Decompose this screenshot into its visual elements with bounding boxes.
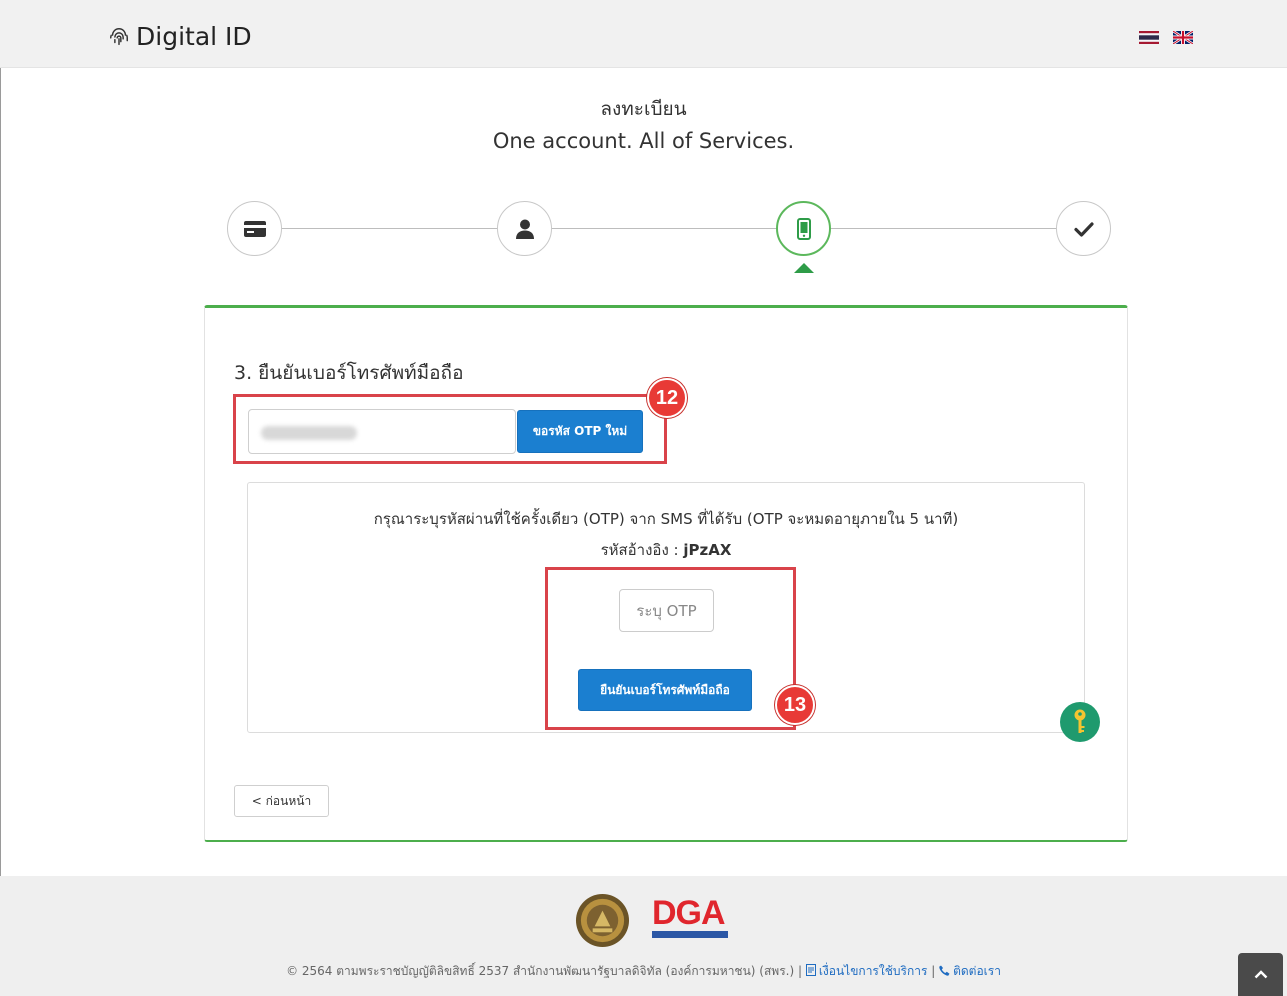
- key-button[interactable]: [1060, 702, 1100, 742]
- otp-reference: รหัสอ้างอิง : jPzAX: [248, 538, 1084, 562]
- terms-link[interactable]: เงื่อนไขการใช้บริการ: [805, 964, 928, 978]
- mobile-icon: [796, 217, 811, 240]
- terms-link-label: เงื่อนไขการใช้บริการ: [818, 964, 928, 978]
- key-icon: [1074, 709, 1086, 733]
- footer-copyright: © 2564 ตามพระราชบัญญัติลิขสิทธิ์ 2537 สำ…: [0, 962, 1287, 981]
- government-seal-logo: [575, 893, 630, 948]
- step-user: [497, 201, 552, 256]
- check-icon: [1073, 221, 1094, 237]
- form-panel: 3. ยืนยันเบอร์โทรศัพท์มือถือ ขอรหัส OTP …: [204, 305, 1128, 842]
- chevron-up-icon: [1254, 970, 1267, 979]
- form-heading: 3. ยืนยันเบอร์โทรศัพท์มือถือ: [234, 362, 464, 384]
- request-new-otp-button[interactable]: ขอรหัส OTP ใหม่: [517, 410, 643, 453]
- document-icon: [805, 964, 816, 976]
- dga-logo: DGA: [652, 896, 728, 938]
- highlight-box-otp: [545, 567, 796, 730]
- brand[interactable]: Digital ID: [108, 22, 252, 51]
- dga-logo-bar: [652, 931, 728, 938]
- annotation-badge-13: 13: [775, 685, 815, 725]
- phone-icon: [939, 965, 950, 976]
- otp-reference-code: jPzAX: [683, 541, 732, 559]
- uk-flag-icon[interactable]: [1173, 31, 1193, 44]
- copyright-text: © 2564 ตามพระราชบัญญัติลิขสิทธิ์ 2537 สำ…: [286, 964, 806, 978]
- otp-instruction: กรุณาระบุรหัสผ่านที่ใช้ครั้งเดียว (OTP) …: [373, 510, 959, 528]
- active-step-pointer: [794, 263, 814, 273]
- language-switcher: [1139, 31, 1193, 44]
- dga-logo-text: DGA: [652, 894, 726, 932]
- footer: DGA © 2564 ตามพระราชบัญญัติลิขสิทธิ์ 253…: [0, 876, 1287, 996]
- step-complete: [1056, 201, 1111, 256]
- top-navbar: Digital ID: [0, 0, 1287, 68]
- contact-link[interactable]: ติดต่อเรา: [939, 964, 1001, 978]
- stepper-line: [272, 228, 1056, 229]
- thai-flag-icon[interactable]: [1139, 31, 1159, 44]
- fingerprint-icon: [110, 27, 128, 45]
- step-id-card: [227, 201, 282, 256]
- blurred-phone-number: [261, 426, 357, 440]
- contact-link-label: ติดต่อเรา: [953, 964, 1001, 978]
- user-icon: [515, 219, 534, 239]
- back-button[interactable]: < ก่อนหน้า: [234, 785, 329, 817]
- scroll-to-top-button[interactable]: [1238, 953, 1283, 996]
- footer-separator: |: [927, 964, 940, 978]
- brand-text: Digital ID: [136, 22, 252, 51]
- page-subtitle: One account. All of Services.: [492, 129, 795, 153]
- id-card-icon: [243, 220, 266, 237]
- page-title: ลงทะเบียน: [600, 98, 687, 120]
- otp-reference-label: รหัสอ้างอิง :: [600, 541, 684, 559]
- phone-number-input[interactable]: [248, 409, 516, 454]
- step-mobile: [776, 201, 831, 256]
- annotation-badge-12: 12: [647, 378, 687, 418]
